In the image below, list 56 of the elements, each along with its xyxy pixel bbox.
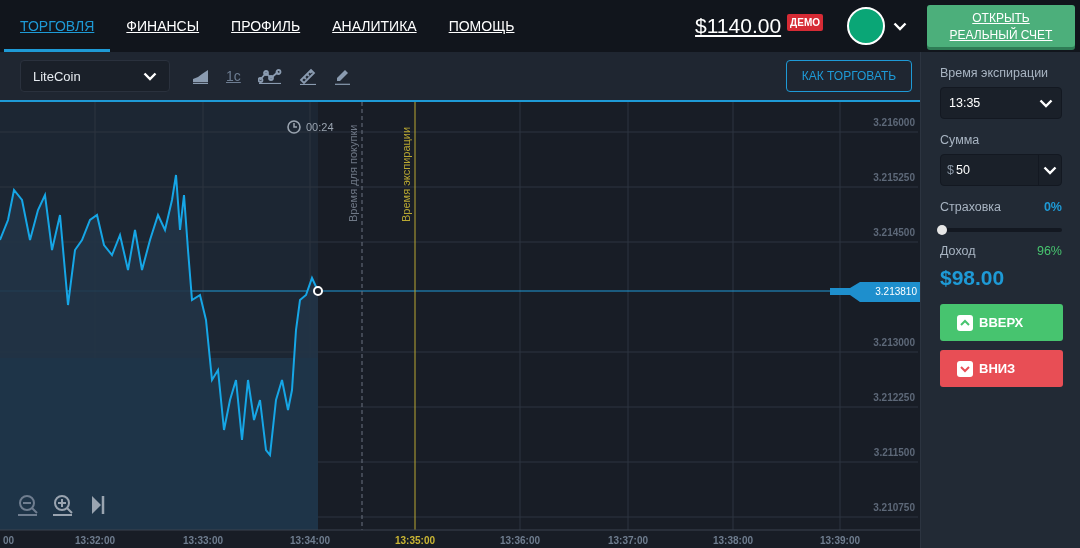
asset-select[interactable]: LiteCoin — [20, 60, 170, 92]
expiry-time-select[interactable]: 13:35 — [940, 87, 1062, 119]
amount-label: Сумма — [940, 133, 981, 147]
put-button[interactable]: ВНИЗ — [940, 350, 1063, 387]
income-label: Доход — [940, 244, 976, 258]
demo-badge: ДЕМО — [787, 13, 823, 31]
nav-tab[interactable]: АНАЛИТИКА — [316, 3, 433, 52]
nav-tab[interactable]: ПРОФИЛЬ — [215, 3, 317, 52]
countdown-timer: 00:24 — [306, 121, 334, 133]
time-axis-label: 13:38:00 — [713, 535, 753, 546]
nav-tab[interactable]: ТОРГОВЛЯ — [4, 3, 111, 52]
balance-link[interactable]: $1140.00 — [695, 14, 782, 38]
expiry-time-label: Время экспирации — [940, 66, 1050, 80]
price-axis-label: 3.216000 — [873, 117, 915, 128]
chevron-down-icon — [1039, 98, 1053, 108]
income-percent: 96% — [1036, 244, 1062, 258]
zoom-in-icon[interactable] — [52, 495, 73, 516]
time-axis-label: 13:36:00 — [500, 535, 540, 546]
price-axis-label: 3.212250 — [873, 392, 915, 403]
price-axis-label: 3.211500 — [873, 447, 915, 458]
chevron-down-icon — [143, 71, 157, 81]
skip-to-end-icon[interactable] — [92, 496, 105, 514]
account-menu-chevron-icon[interactable] — [893, 21, 907, 31]
how-to-trade-button[interactable]: КАК ТОРГОВАТЬ — [786, 60, 912, 92]
price-axis-label: 3.213000 — [873, 337, 915, 348]
nav-tab[interactable]: ФИНАНСЫ — [110, 3, 216, 52]
time-axis-label: 13:35:00 — [395, 535, 435, 546]
chevron-down-icon — [1043, 165, 1057, 175]
time-axis-label: 13:37:00 — [608, 535, 648, 546]
insurance-percent: 0% — [1043, 200, 1062, 214]
insurance-label: Страховка — [940, 200, 1002, 214]
time-axis-label: 13:33:00 — [183, 535, 223, 546]
chevron-up-icon — [957, 314, 973, 331]
price-axis-label: 3.215250 — [873, 172, 915, 183]
pencil-icon[interactable] — [333, 67, 351, 85]
time-axis-label: 00 — [3, 535, 15, 546]
price-axis-label: 3.214500 — [873, 227, 915, 238]
purchase-time-label: Время для покупки — [347, 124, 359, 222]
income-amount: $98.00 — [940, 266, 1006, 290]
timeframe-button[interactable]: 1с — [226, 68, 241, 84]
nav-tab[interactable]: ПОМОЩЬ — [432, 3, 531, 52]
area-chart-icon[interactable] — [192, 68, 209, 84]
indicator-line-icon[interactable] — [257, 68, 282, 84]
ruler-icon[interactable] — [298, 67, 317, 85]
current-price-label: 3.213810 — [875, 286, 917, 297]
amount-field[interactable]: $ 50 — [940, 154, 1062, 186]
current-price-point — [313, 286, 323, 296]
price-axis-label: 3.210750 — [873, 502, 915, 513]
time-axis-label: 13:34:00 — [290, 535, 330, 546]
time-axis-label: 13:32:00 — [75, 535, 115, 546]
expiry-time-label: Время экспирации — [400, 126, 412, 222]
clock-icon — [287, 120, 301, 134]
zoom-out-icon[interactable] — [17, 495, 38, 516]
time-axis-label: 13:39:00 — [820, 535, 860, 546]
chevron-down-icon — [957, 360, 973, 377]
avatar-circle[interactable] — [847, 7, 885, 45]
